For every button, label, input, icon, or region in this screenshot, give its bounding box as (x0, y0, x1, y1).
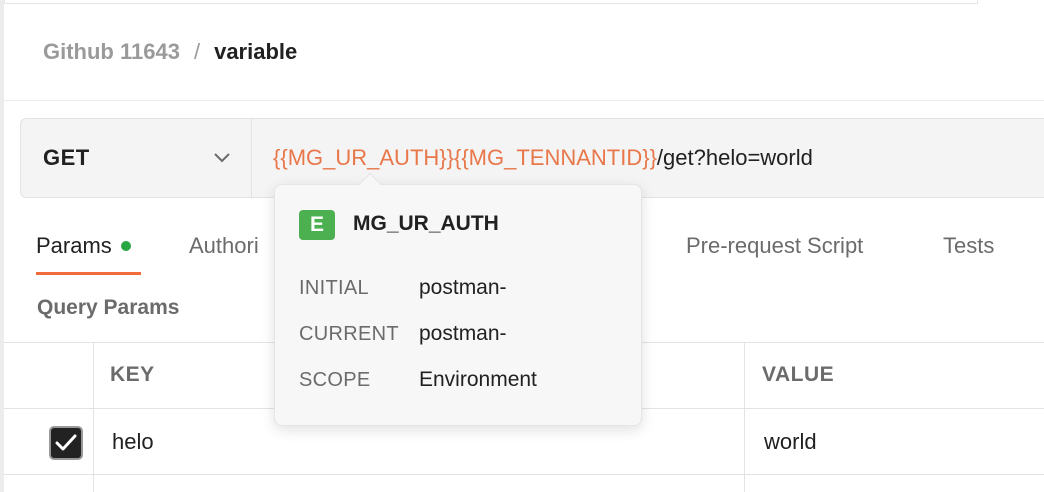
url-variable-tenant[interactable]: {{MG_TENNANTID}} (454, 145, 657, 171)
column-header-value: VALUE (762, 363, 835, 386)
popover-value-initial[interactable]: postman- (419, 276, 507, 300)
param-value-cell[interactable]: world (764, 429, 817, 455)
variable-popover: E MG_UR_AUTH INITIAL postman- CURRENT po… (274, 172, 642, 426)
tab-pre-request-script[interactable]: Pre-request Script (686, 230, 863, 262)
tab-pre-request-label: Pre-request Script (686, 233, 864, 258)
tab-params-label: Params (36, 233, 112, 258)
popover-label-current: CURRENT (299, 323, 399, 345)
tab-authorization[interactable]: Authori (189, 230, 259, 262)
checkmark-icon (55, 434, 77, 451)
popover-value-scope: Environment (419, 368, 537, 391)
header-divider (4, 100, 1044, 101)
url-variable-auth[interactable]: {{MG_UR_AUTH}} (273, 145, 454, 171)
table-col-divider (93, 342, 94, 492)
active-tab-underline (36, 272, 141, 275)
table-row-divider (4, 474, 1044, 475)
method-label: GET (43, 145, 90, 170)
popover-label-scope: SCOPE (299, 369, 371, 391)
popover-label-initial: INITIAL (299, 277, 369, 299)
breadcrumb: Github 11643 / variable (43, 37, 297, 67)
breadcrumb-separator: / (193, 39, 201, 64)
breadcrumb-collection[interactable]: Github 11643 (43, 39, 180, 65)
environment-badge: E (299, 210, 335, 240)
tab-authorization-label: Authori (189, 233, 259, 258)
params-indicator-dot (120, 241, 131, 251)
popover-variable-name: MG_UR_AUTH (353, 212, 499, 235)
top-strip (4, 0, 978, 4)
param-enabled-checkbox[interactable] (49, 426, 83, 460)
tab-params[interactable]: Params (36, 230, 131, 262)
chevron-down-icon (213, 149, 231, 167)
tab-tests-label: Tests (943, 233, 995, 258)
param-key-cell[interactable]: helo (112, 429, 154, 455)
tab-tests[interactable]: Tests (943, 230, 994, 262)
table-col-divider (744, 342, 745, 492)
popover-value-current[interactable]: postman- (419, 322, 507, 346)
url-path: /get?helo=world (656, 145, 813, 170)
column-header-key: KEY (110, 363, 155, 386)
request-editor: Github 11643 / variable GET {{MG_UR_AUTH… (0, 0, 1044, 492)
query-params-title: Query Params (37, 296, 180, 319)
breadcrumb-request-name[interactable]: variable (214, 39, 297, 65)
method-select[interactable]: GET (21, 119, 252, 197)
